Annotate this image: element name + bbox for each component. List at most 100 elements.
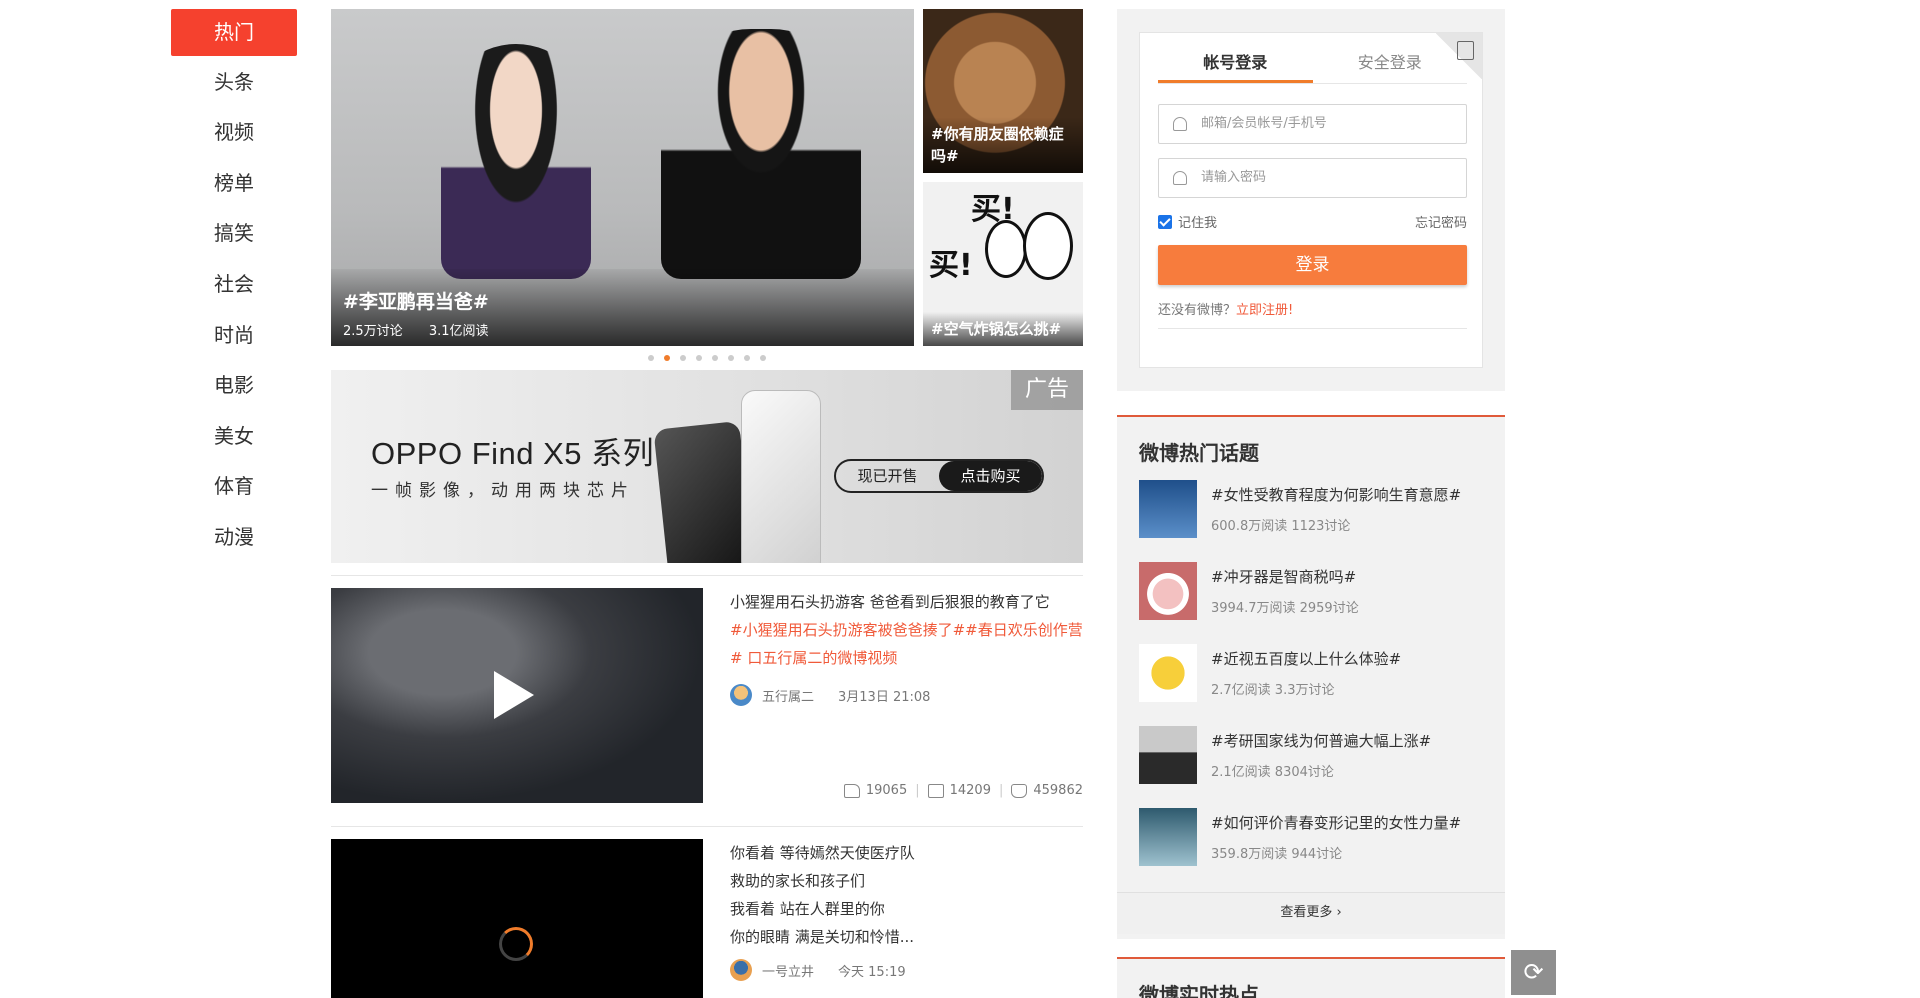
share-icon [843, 783, 860, 798]
ad-cta: 现已开售 点击购买 [834, 459, 1044, 493]
lock-icon [1173, 171, 1187, 185]
topic-item[interactable]: #如何评价青春变形记里的女性力量# 359.8万阅读 944讨论 [1139, 808, 1483, 890]
password-placeholder: 请输入密码 [1201, 170, 1267, 185]
topic-item[interactable]: #考研国家线为何普遍大幅上涨# 2.1亿阅读 8304讨论 [1139, 726, 1483, 808]
cartoon-figure [985, 220, 1027, 278]
post-time: 今天 15:19 [838, 964, 906, 980]
topic-image [1139, 644, 1197, 702]
ad-on-sale-label: 现已开售 [857, 467, 918, 485]
topic-title[interactable]: #考研国家线为何普遍大幅上涨# [1211, 730, 1431, 751]
topic-item[interactable]: #近视五百度以上什么体验# 2.7亿阅读 3.3万讨论 [1139, 644, 1483, 726]
side-slide-title: #你有朋友圈依赖症吗# [923, 117, 1083, 173]
comment-count: 14209 [949, 783, 991, 798]
slide-meta: 2.5万讨论 3.1亿阅读 [343, 320, 902, 339]
carousel-dot[interactable] [680, 355, 686, 361]
nav-item-anime[interactable]: 动漫 [171, 512, 297, 562]
carousel-dot[interactable] [696, 355, 702, 361]
topic-title[interactable]: #如何评价青春变形记里的女性力量# [1211, 812, 1461, 833]
username-input[interactable]: 邮箱/会员帐号/手机号 [1158, 104, 1467, 144]
view-more-link[interactable]: 查看更多 › [1117, 892, 1505, 934]
topic-title[interactable]: #近视五百度以上什么体验# [1211, 648, 1401, 669]
nav-item-beauty[interactable]: 美女 [171, 411, 297, 461]
realtime-hot: 微博实时热点 [1117, 957, 1505, 998]
feed-tags[interactable]: #小猩猩用石头扔游客被爸爸揍了##春日欢乐创作营# 口五行属二的微博视频 [730, 621, 1083, 667]
side-slide-title: #空气炸锅怎么挑# [923, 312, 1083, 346]
tab-account-login[interactable]: 帐号登录 [1158, 43, 1313, 83]
carousel-dot[interactable] [744, 355, 750, 361]
share-count: 19065 [865, 783, 908, 798]
video-thumbnail[interactable] [331, 839, 703, 998]
feed-item: 你看着 等待嫣然天使医疗队 救助的家长和孩子们 我看着 站在人群里的你 你的眼睛… [331, 826, 1083, 998]
login-button[interactable]: 登录 [1158, 245, 1467, 285]
login-form: 帐号登录 安全登录 邮箱/会员帐号/手机号 请输入密码 记住我 忘记密码 登录 … [1139, 32, 1483, 368]
refresh-icon: ⟳ [1523, 958, 1544, 986]
remember-checkbox[interactable] [1158, 214, 1172, 229]
topic-meta: 3994.7万阅读 2959讨论 [1211, 601, 1359, 616]
nav-item-headlines[interactable]: 头条 [171, 57, 297, 107]
topic-title[interactable]: #冲牙器是智商税吗# [1211, 566, 1359, 587]
nav-item-hot[interactable]: 热门 [171, 9, 297, 56]
video-thumbnail[interactable] [331, 588, 703, 803]
qr-code-icon [1457, 41, 1474, 60]
register-link[interactable]: 立即注册! [1236, 303, 1293, 318]
carousel-dot[interactable] [712, 355, 718, 361]
right-sidebar: 帐号登录 安全登录 邮箱/会员帐号/手机号 请输入密码 记住我 忘记密码 登录 … [1117, 9, 1505, 939]
user-icon [1173, 117, 1187, 131]
realtime-title: 微博实时热点 [1139, 983, 1259, 998]
password-input[interactable]: 请输入密码 [1158, 158, 1467, 198]
slide-discuss-count: 2.5万讨论 [343, 324, 403, 339]
carousel-dot[interactable] [728, 355, 734, 361]
carousel-side-slide-1[interactable]: #你有朋友圈依赖症吗# [923, 9, 1083, 173]
ad-buy-button[interactable]: 点击购买 [939, 461, 1042, 491]
nav-item-fashion[interactable]: 时尚 [171, 310, 297, 360]
share-action[interactable]: 19065 [843, 783, 908, 798]
nav-item-funny[interactable]: 搞笑 [171, 208, 297, 258]
carousel-side-slide-2[interactable]: 买! 买! #空气炸锅怎么挑# [923, 182, 1083, 346]
refresh-button[interactable]: ⟳ [1511, 950, 1556, 995]
nav-item-ranking[interactable]: 榜单 [171, 158, 297, 208]
carousel-dot[interactable] [760, 355, 766, 361]
category-nav: 热门 头条 视频 榜单 搞笑 社会 时尚 电影 美女 体育 动漫 [171, 9, 297, 563]
weibo-page: 热门 头条 视频 榜单 搞笑 社会 时尚 电影 美女 体育 动漫 #李亚鹏再当爸… [0, 0, 1920, 998]
feed-title[interactable]: 你看着 等待嫣然天使医疗队 救助的家长和孩子们 我看着 站在人群里的你 你的眼睛… [730, 839, 1083, 951]
slide-title: #李亚鹏再当爸# [343, 291, 489, 313]
phone-image [653, 420, 755, 563]
like-action[interactable]: 459862 [1011, 783, 1083, 798]
avatar[interactable] [730, 684, 752, 706]
feed-meta: 五行属二 3月13日 21:08 [730, 684, 1083, 706]
comment-action[interactable]: 14209 [927, 783, 991, 798]
remember-me[interactable]: 记住我 [1158, 212, 1217, 231]
buy-text: 买! [929, 248, 973, 283]
author-name[interactable]: 五行属二 [762, 686, 814, 705]
feed-line: 救助的家长和孩子们 [730, 872, 866, 890]
remember-label: 记住我 [1178, 216, 1218, 231]
slide-caption: #李亚鹏再当爸# 2.5万讨论 3.1亿阅读 [331, 269, 914, 346]
feed-stats: 19065 | 14209 | 459862 [843, 783, 1083, 798]
topic-item[interactable]: #女性受教育程度为何影响生育意愿# 600.8万阅读 1123讨论 [1139, 480, 1483, 562]
qr-login-toggle[interactable] [1436, 33, 1482, 79]
loading-spinner-icon [499, 927, 533, 961]
topic-meta: 2.1亿阅读 8304讨论 [1211, 765, 1334, 780]
forgot-password-link[interactable]: 忘记密码 [1415, 212, 1467, 231]
nav-item-sports[interactable]: 体育 [171, 461, 297, 511]
carousel-dot-active[interactable] [664, 355, 670, 361]
nav-item-society[interactable]: 社会 [171, 259, 297, 309]
nav-item-video[interactable]: 视频 [171, 107, 297, 157]
author-name[interactable]: 一号立井 [762, 961, 814, 980]
feed-line: 你看着 等待嫣然天使医疗队 [730, 844, 915, 862]
avatar[interactable] [730, 959, 752, 981]
like-count: 459862 [1033, 783, 1083, 798]
play-icon[interactable] [494, 671, 534, 719]
carousel-dot[interactable] [648, 355, 654, 361]
topic-title[interactable]: #女性受教育程度为何影响生育意愿# [1211, 484, 1461, 505]
topic-item[interactable]: #冲牙器是智商税吗# 3994.7万阅读 2959讨论 [1139, 562, 1483, 644]
nav-item-movie[interactable]: 电影 [171, 360, 297, 410]
login-panel: 帐号登录 安全登录 邮箱/会员帐号/手机号 请输入密码 记住我 忘记密码 登录 … [1117, 9, 1505, 391]
ad-banner[interactable]: OPPO Find X5 系列 一帧影像，动用两块芯片 现已开售 点击购买 广告 [331, 370, 1083, 563]
feed-title[interactable]: 小猩猩用石头扔游客 爸爸看到后狠狠的教育了它 #小猩猩用石头扔游客被爸爸揍了##… [730, 588, 1083, 672]
remember-row: 记住我 忘记密码 [1158, 212, 1467, 231]
main-feed: #李亚鹏再当爸# 2.5万讨论 3.1亿阅读 #你有朋友圈依赖症吗# 买! 买!… [331, 9, 1083, 998]
carousel-main-slide[interactable]: #李亚鹏再当爸# 2.5万讨论 3.1亿阅读 [331, 9, 914, 346]
no-account-text: 还没有微博？ [1158, 303, 1237, 318]
register-row: 还没有微博？立即注册! [1158, 299, 1467, 329]
